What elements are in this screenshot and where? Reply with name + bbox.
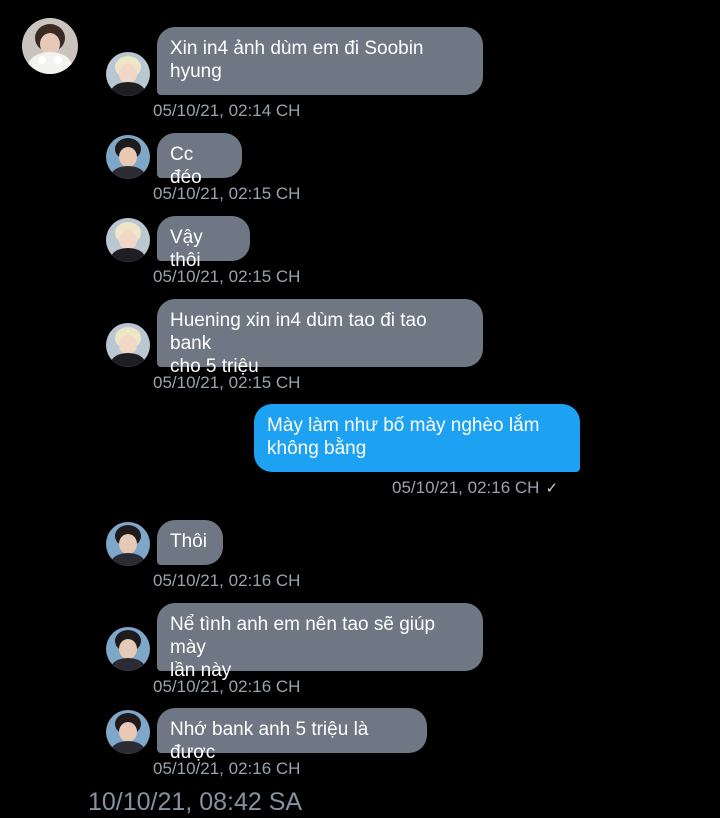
dark-hair-avatar-icon <box>106 135 150 179</box>
dark-hair-avatar-icon <box>106 710 150 754</box>
group-avatar-image <box>22 18 78 74</box>
message-bubble-received[interactable]: Cc đéo <box>157 133 242 188</box>
group-avatar[interactable] <box>22 18 78 74</box>
message-timestamp: 05/10/21, 02:16 CH <box>153 677 301 696</box>
blonde-avatar-icon <box>106 52 150 96</box>
sender-avatar-blonde[interactable] <box>106 323 150 367</box>
blonde-avatar-icon <box>106 218 150 262</box>
blonde-avatar-icon <box>106 323 150 367</box>
message-bubble-received[interactable]: Thôi <box>157 520 223 565</box>
message-timestamp: 05/10/21, 02:16 CH <box>153 571 301 590</box>
sender-avatar-dark-hair[interactable] <box>106 522 150 566</box>
date-divider: 10/10/21, 08:42 SA <box>88 788 303 816</box>
sender-avatar-dark-hair[interactable] <box>106 135 150 179</box>
message-bubble-received[interactable]: Huening xin in4 dùm tao đi tao bank cho … <box>157 299 483 377</box>
message-timestamp: 05/10/21, 02:15 CH <box>153 184 301 203</box>
sender-avatar-blonde[interactable] <box>106 52 150 96</box>
message-bubble-received[interactable]: Nể tình anh em nên tao sẽ giúp mày lần n… <box>157 603 483 681</box>
message-bubble-received[interactable]: Nhớ bank anh 5 triệu là được <box>157 708 427 763</box>
message-timestamp-sent: 05/10/21, 02:16 CH ✓ <box>392 478 558 499</box>
sender-avatar-dark-hair[interactable] <box>106 710 150 754</box>
message-timestamp: 05/10/21, 02:15 CH <box>153 267 301 286</box>
message-timestamp-text: 05/10/21, 02:16 CH <box>392 478 540 497</box>
sender-avatar-dark-hair[interactable] <box>106 627 150 671</box>
sender-avatar-blonde[interactable] <box>106 218 150 262</box>
message-timestamp: 05/10/21, 02:14 CH <box>153 101 301 120</box>
message-timestamp: 05/10/21, 02:15 CH <box>153 373 301 392</box>
dark-hair-avatar-icon <box>106 522 150 566</box>
message-bubble-received[interactable]: Xin in4 ảnh dùm em đi Soobin hyung <box>157 27 483 95</box>
message-bubble-sent[interactable]: Mày làm như bố mày nghèo lắm không bằng <box>254 404 580 472</box>
message-bubble-received[interactable]: Vậy thôi <box>157 216 250 271</box>
check-icon: ✓ <box>545 480 559 497</box>
dark-hair-avatar-icon <box>106 627 150 671</box>
message-timestamp: 05/10/21, 02:16 CH <box>153 759 301 778</box>
